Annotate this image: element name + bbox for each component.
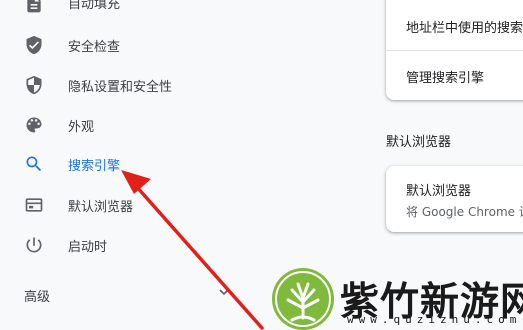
watermark-url: www.quzizhu.com xyxy=(347,313,522,326)
default-browser-card-title: 默认浏览器 xyxy=(406,184,472,199)
manage-search-engines-row[interactable]: 管理搜索引擎 xyxy=(406,67,523,86)
sidebar-item-default-browser[interactable]: 默认浏览器 xyxy=(0,185,300,225)
advanced-section-toggle[interactable]: 高级 xyxy=(24,286,50,305)
search-engine-card: 地址栏中使用的搜索 管理搜索引擎 xyxy=(386,0,523,100)
search-icon xyxy=(24,154,44,174)
address-bar-search-engine-row[interactable]: 地址栏中使用的搜索 xyxy=(406,17,523,36)
autofill-icon xyxy=(24,0,44,14)
shield-check-icon xyxy=(24,35,44,55)
privacy-shield-icon xyxy=(24,75,44,95)
sidebar-item-search-engine[interactable]: 搜索引擎 xyxy=(0,144,300,184)
default-browser-section-title: 默认浏览器 xyxy=(386,135,452,150)
chevron-down-icon[interactable] xyxy=(218,286,230,298)
sidebar-item-on-startup[interactable]: 启动时 xyxy=(0,225,300,265)
card-divider xyxy=(386,50,523,51)
sidebar-item-label: 外观 xyxy=(68,119,95,135)
sidebar-item-label: 自动填充 xyxy=(68,0,121,12)
browser-window-icon xyxy=(24,195,44,215)
default-browser-card: 默认浏览器 将 Google Chrome 设 xyxy=(386,166,523,232)
power-icon xyxy=(24,235,44,255)
sidebar-item-safety-check[interactable]: 安全检查 xyxy=(0,25,300,65)
watermark-logo xyxy=(272,268,334,330)
sidebar-item-label: 启动时 xyxy=(68,239,108,255)
sidebar-item-label: 搜索引擎 xyxy=(68,158,121,174)
default-browser-card-subtitle: 将 Google Chrome 设 xyxy=(406,205,523,219)
sidebar-item-appearance[interactable]: 外观 xyxy=(0,105,300,145)
sidebar-item-label: 隐私设置和安全性 xyxy=(68,79,173,95)
sidebar-item-privacy[interactable]: 隐私设置和安全性 xyxy=(0,65,300,105)
palette-icon xyxy=(24,115,44,135)
sidebar-item-label: 安全检查 xyxy=(68,39,121,55)
sidebar-item-label: 默认浏览器 xyxy=(68,199,134,215)
